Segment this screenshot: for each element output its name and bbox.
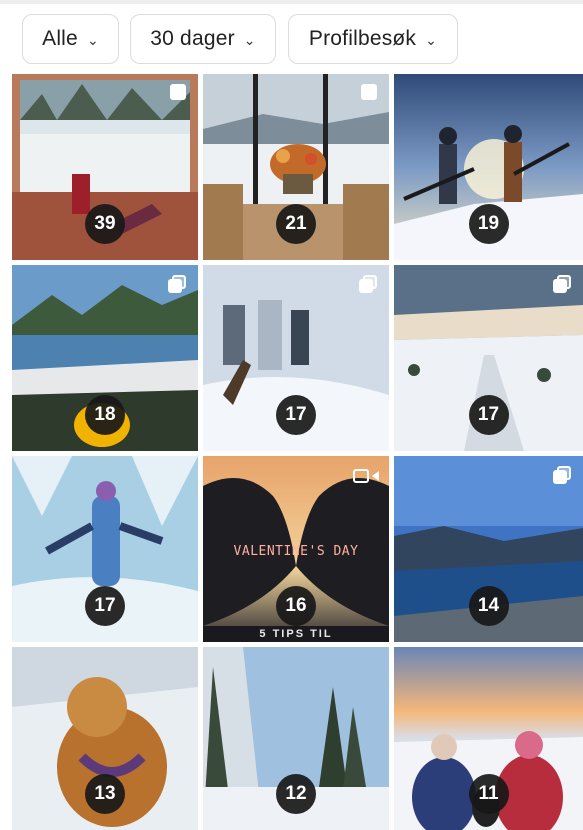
post-overlay-text: VALENTINE'S DAY bbox=[233, 544, 359, 559]
profile-visits-count: 17 bbox=[85, 586, 125, 626]
filter-type-dropdown[interactable]: Alle ⌄ bbox=[22, 14, 119, 64]
photo-icon bbox=[361, 84, 377, 100]
carousel-icon bbox=[359, 275, 377, 293]
filter-period-dropdown[interactable]: 30 dager ⌄ bbox=[130, 14, 276, 64]
post-tile[interactable]: 13 bbox=[12, 647, 198, 830]
filter-bar: Alle ⌄ 30 dager ⌄ Profilbesøk ⌄ bbox=[0, 14, 583, 66]
profile-visits-count: 13 bbox=[85, 774, 125, 814]
profile-visits-count: 16 bbox=[276, 586, 316, 626]
carousel-icon bbox=[168, 275, 186, 293]
post-tile[interactable]: 17 bbox=[394, 265, 583, 451]
filter-metric-dropdown[interactable]: Profilbesøk ⌄ bbox=[288, 14, 458, 64]
profile-visits-count: 14 bbox=[468, 586, 509, 626]
chevron-down-icon: ⌄ bbox=[425, 31, 438, 48]
profile-visits-count: 19 bbox=[468, 204, 509, 244]
post-tile[interactable]: 11 bbox=[394, 647, 583, 830]
post-grid: 39 21 19 18 17 17 17 VALENTINE'S DAY 5 T… bbox=[12, 74, 583, 830]
chevron-down-icon: ⌄ bbox=[86, 31, 99, 48]
filter-metric-label: Profilbesøk bbox=[308, 27, 417, 50]
post-tile[interactable]: 17 bbox=[12, 456, 198, 642]
post-tile[interactable]: 21 bbox=[203, 74, 389, 260]
post-caption-partial: 5 TIPS TIL bbox=[259, 628, 333, 640]
profile-visits-count: 17 bbox=[468, 395, 509, 435]
post-tile[interactable]: 18 bbox=[12, 265, 198, 451]
profile-visits-count: 17 bbox=[276, 395, 316, 435]
post-tile[interactable]: 17 bbox=[203, 265, 389, 451]
profile-visits-count: 21 bbox=[276, 204, 316, 244]
post-tile[interactable]: 14 bbox=[394, 456, 583, 642]
photo-icon bbox=[170, 84, 186, 100]
chevron-down-icon: ⌄ bbox=[243, 31, 256, 48]
post-tile[interactable]: VALENTINE'S DAY 5 TIPS TIL 16 bbox=[203, 456, 389, 642]
post-tile[interactable]: 12 bbox=[203, 647, 389, 830]
profile-visits-count: 12 bbox=[276, 774, 316, 814]
video-icon bbox=[353, 468, 379, 484]
filter-period-label: 30 dager bbox=[150, 27, 235, 50]
profile-visits-count: 18 bbox=[85, 395, 125, 435]
carousel-icon bbox=[553, 466, 571, 484]
profile-visits-count: 11 bbox=[468, 774, 509, 814]
top-divider bbox=[0, 0, 583, 4]
filter-type-label: Alle bbox=[42, 27, 78, 50]
post-tile[interactable]: 39 bbox=[12, 74, 198, 260]
post-tile[interactable]: 19 bbox=[394, 74, 583, 260]
profile-visits-count: 39 bbox=[85, 204, 125, 244]
carousel-icon bbox=[553, 275, 571, 293]
